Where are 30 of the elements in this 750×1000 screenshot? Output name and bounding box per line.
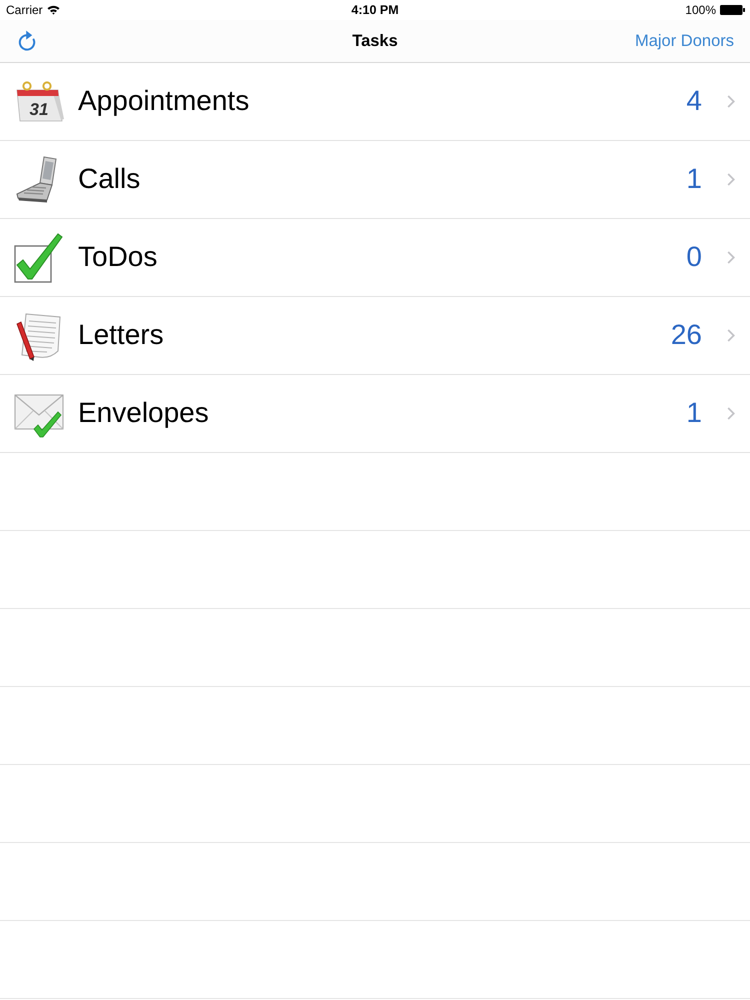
task-count: 0 [686, 242, 702, 273]
chevron-icon [727, 407, 735, 420]
task-count: 26 [670, 320, 702, 351]
chevron-icon [727, 173, 735, 186]
wifi-icon [46, 5, 60, 15]
battery-percent: 100% [685, 2, 716, 19]
chevron-icon [727, 251, 735, 264]
task-list-item[interactable]: Letters 26 [0, 297, 750, 375]
task-label: Envelopes [78, 398, 209, 429]
task-list-item[interactable]: 31 Appointments 4 [0, 63, 750, 141]
carrier-label: Carrier [6, 2, 43, 19]
task-list-item[interactable]: ToDos 0 [0, 219, 750, 297]
chevron-icon [727, 95, 735, 108]
task-label: ToDos [78, 242, 158, 273]
task-list-item[interactable]: Envelopes 1 [0, 375, 750, 453]
clock-time: 4:10 PM [351, 2, 399, 17]
battery-icon [720, 5, 745, 15]
refresh-button[interactable] [18, 30, 38, 52]
checkbox-checked-icon [14, 232, 64, 282]
refresh-icon [18, 30, 38, 52]
task-count: 1 [686, 398, 702, 429]
task-list-item[interactable]: Calls 1 [0, 141, 750, 219]
task-label: Appointments [78, 86, 250, 117]
screen-title: Tasks [352, 32, 398, 50]
major-donors-link[interactable]: Major Donors [634, 28, 734, 54]
task-label: Calls [78, 164, 140, 195]
chevron-icon [727, 329, 735, 342]
task-label: Letters [78, 320, 164, 351]
task-count: 1 [686, 164, 702, 195]
task-count: 4 [686, 86, 702, 117]
